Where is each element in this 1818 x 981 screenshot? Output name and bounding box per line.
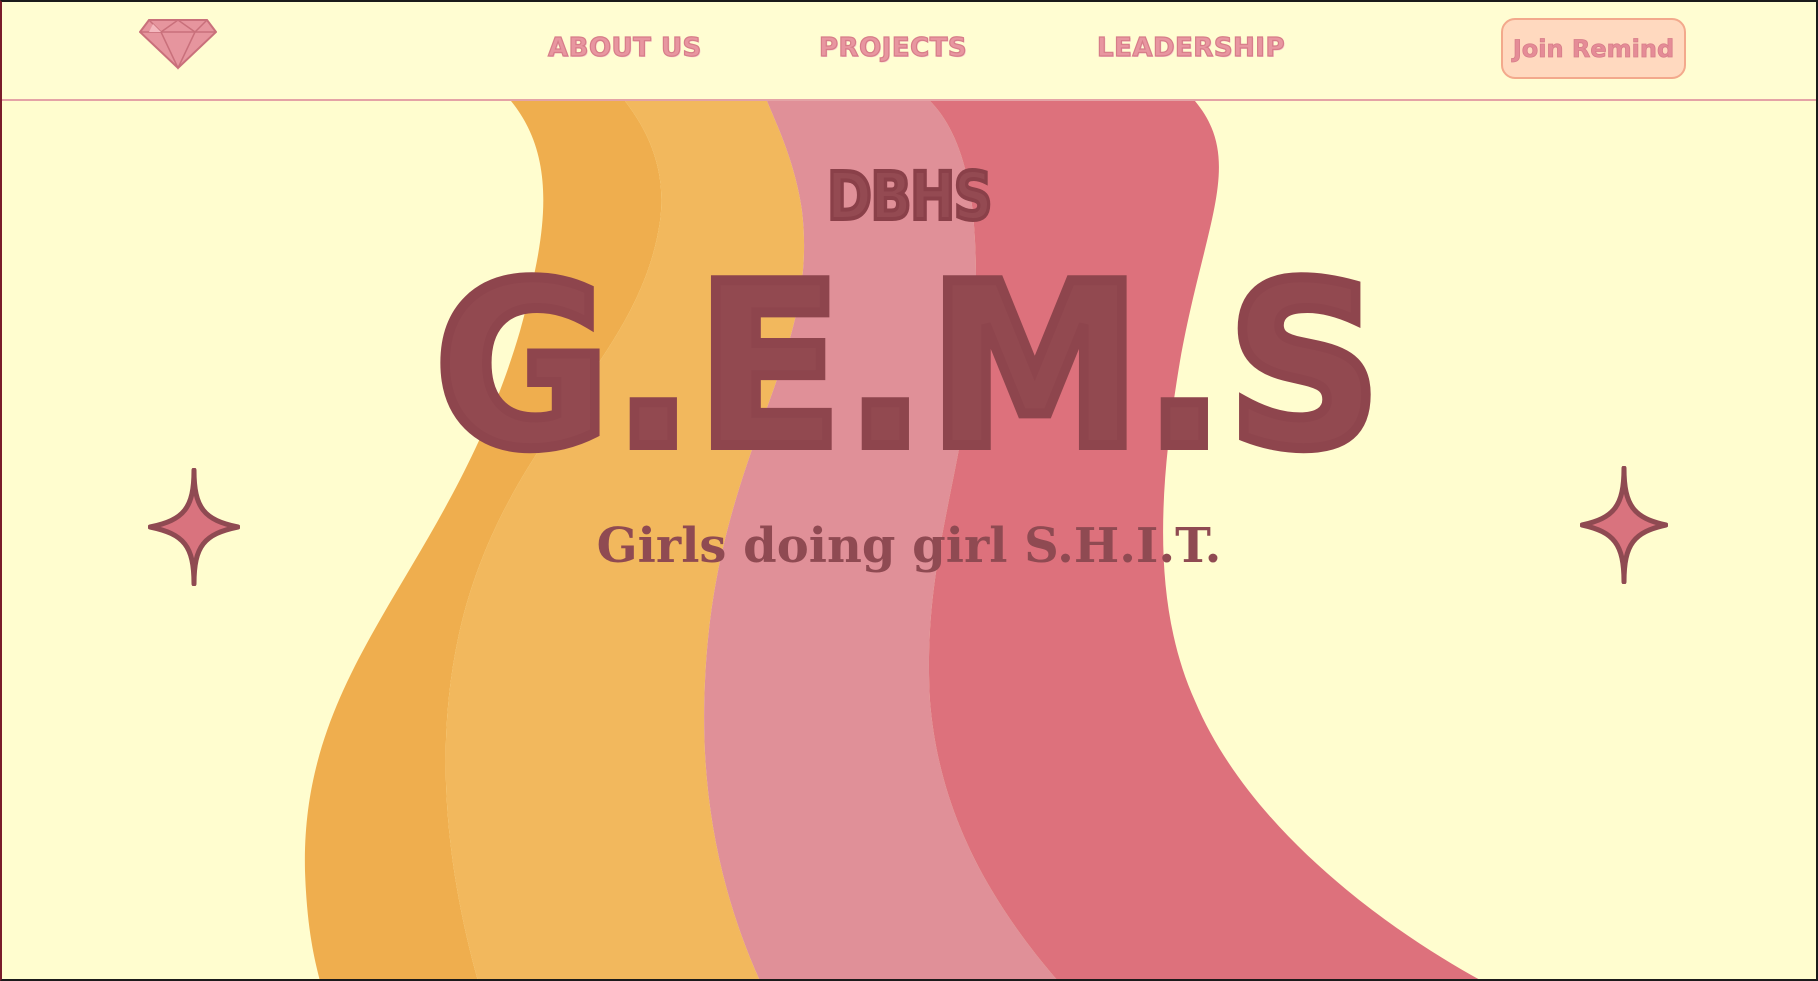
navbar: ABOUT US PROJECTS LEADERSHIP Join Remind <box>0 0 1818 101</box>
nav-link-leadership[interactable]: LEADERSHIP <box>1096 28 1285 68</box>
hero-wave-background <box>304 101 1482 981</box>
join-remind-button[interactable]: Join Remind <box>1501 18 1686 79</box>
four-point-star-icon <box>148 468 240 586</box>
nav-link-projects[interactable]: PROJECTS <box>818 28 967 68</box>
nav-link-about-us[interactable]: ABOUT US <box>547 28 701 68</box>
diamond-gem-icon[interactable] <box>138 18 218 70</box>
four-point-star-icon <box>1580 466 1668 584</box>
wave-rose <box>928 101 1482 981</box>
